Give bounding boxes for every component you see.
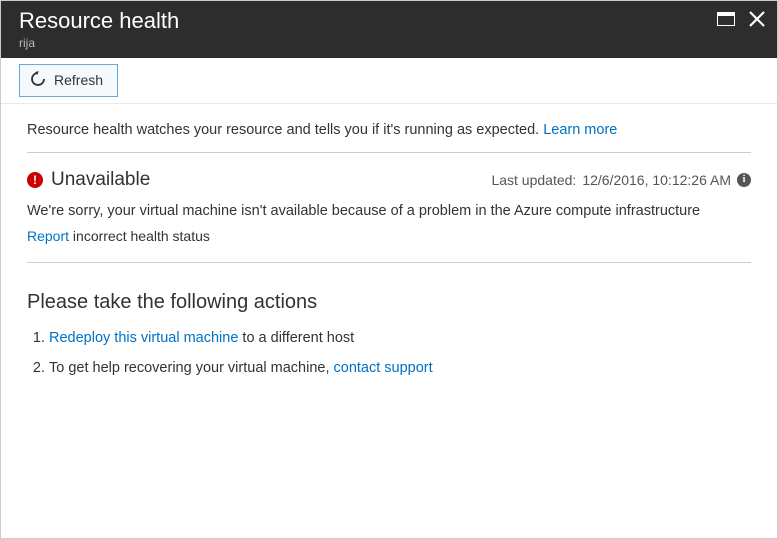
info-icon[interactable]: i bbox=[737, 173, 751, 187]
action-2-pre: To get help recovering your virtual mach… bbox=[49, 360, 334, 376]
intro-text: Resource health watches your resource an… bbox=[27, 122, 751, 153]
toolbar: Refresh bbox=[1, 58, 777, 104]
refresh-button[interactable]: Refresh bbox=[19, 64, 118, 97]
page-title: Resource health bbox=[19, 7, 179, 36]
report-link[interactable]: Report bbox=[27, 228, 69, 244]
action-1-rest: to a different host bbox=[238, 330, 354, 346]
learn-more-link[interactable]: Learn more bbox=[543, 122, 617, 138]
intro-message: Resource health watches your resource an… bbox=[27, 122, 543, 138]
contact-support-link[interactable]: contact support bbox=[334, 360, 433, 376]
close-icon[interactable] bbox=[749, 11, 765, 32]
actions-heading: Please take the following actions bbox=[27, 291, 751, 314]
actions-list: Redeploy this virtual machine to a diffe… bbox=[27, 330, 751, 376]
resource-name: rija bbox=[19, 36, 179, 50]
redeploy-link[interactable]: Redeploy this virtual machine bbox=[49, 330, 238, 346]
action-item-2: To get help recovering your virtual mach… bbox=[49, 360, 751, 376]
status-message: We're sorry, your virtual machine isn't … bbox=[27, 201, 751, 222]
action-item-1: Redeploy this virtual machine to a diffe… bbox=[49, 330, 751, 346]
status-section: ! Unavailable Last updated: 12/6/2016, 1… bbox=[27, 153, 751, 263]
refresh-icon bbox=[30, 71, 46, 90]
last-updated-label: Last updated: bbox=[491, 172, 576, 188]
status-name: Unavailable bbox=[51, 169, 150, 191]
last-updated-value: 12/6/2016, 10:12:26 AM bbox=[582, 172, 731, 188]
blade-header: Resource health rija bbox=[1, 1, 777, 58]
restore-icon[interactable] bbox=[717, 12, 735, 31]
report-rest: incorrect health status bbox=[69, 228, 210, 244]
error-icon: ! bbox=[27, 172, 43, 188]
refresh-label: Refresh bbox=[54, 72, 103, 88]
